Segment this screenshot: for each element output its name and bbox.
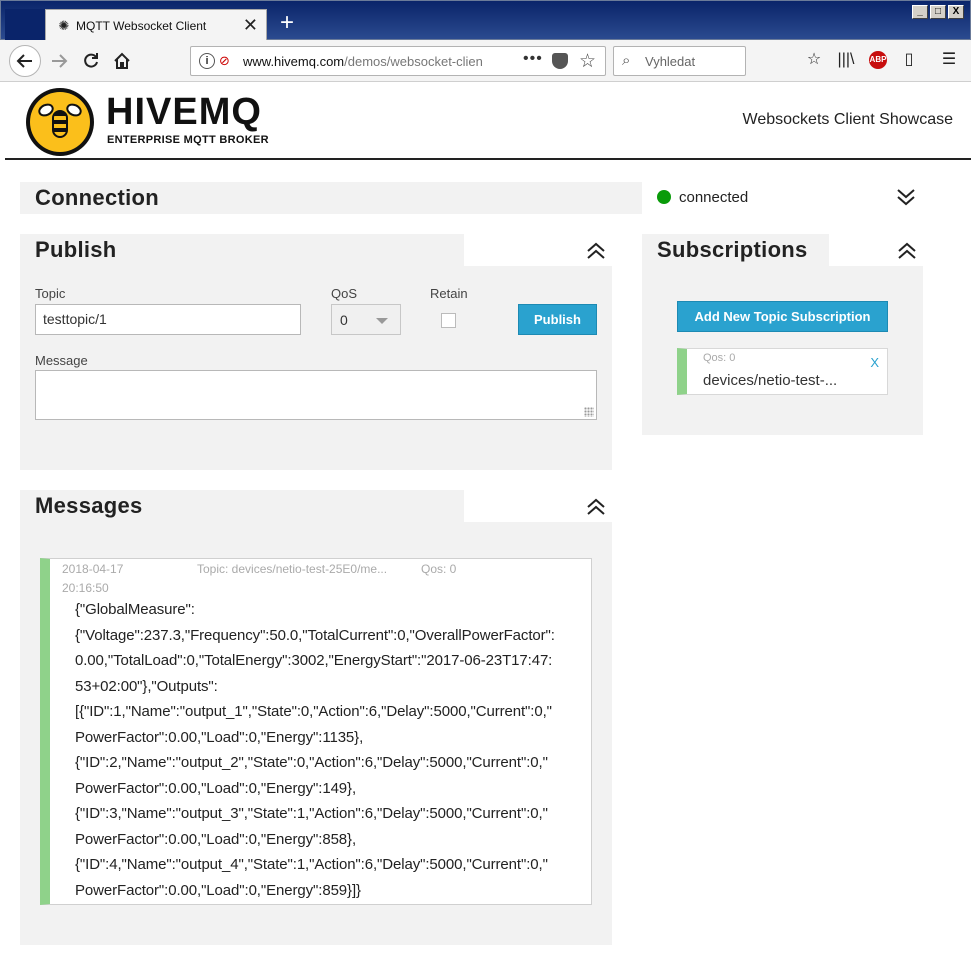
tab-strip-spacer: [5, 9, 45, 41]
message-payload-line: {"ID":4,"Name":"output_4","State":1,"Act…: [75, 856, 548, 873]
subscriptions-title: Subscriptions: [657, 237, 808, 262]
retain-checkbox[interactable]: [441, 313, 456, 328]
close-window-button[interactable]: X: [948, 5, 964, 19]
insecure-lock-icon[interactable]: ⊘: [219, 52, 237, 70]
logo-subtitle: ENTERPRISE MQTT BROKER: [107, 134, 269, 146]
message-payload-line: PowerFactor":0.00,"Load":0,"Energy":149}…: [75, 780, 357, 797]
search-input[interactable]: Vyhledat: [645, 54, 695, 69]
message-time: 20:16:50: [62, 581, 109, 595]
maximize-button[interactable]: □: [930, 5, 946, 19]
message-payload-line: 0.00,"TotalLoad":0,"TotalEnergy":3002,"E…: [75, 652, 553, 669]
logo-bee-icon: [30, 92, 90, 152]
message-payload-line: 53+02:00"},"Outputs":: [75, 678, 218, 695]
forward-button[interactable]: [44, 46, 74, 76]
unsubscribe-close-icon[interactable]: X: [870, 355, 879, 370]
message-qos: Qos: 0: [421, 562, 457, 576]
message-payload-line: PowerFactor":0.00,"Load":0,"Energy":858}…: [75, 831, 357, 848]
hivemq-logo[interactable]: [26, 88, 94, 156]
topic-input[interactable]: testtopic/1: [35, 304, 301, 335]
reload-icon: [84, 53, 98, 68]
message-textarea[interactable]: [35, 370, 597, 420]
arrow-right-icon: [52, 54, 68, 68]
reload-button[interactable]: [76, 46, 106, 76]
url-text[interactable]: www.hivemq.com/demos/websocket-clien: [243, 54, 483, 69]
new-tab-button[interactable]: +: [275, 11, 299, 35]
save-to-reading-list-icon[interactable]: ☆: [802, 48, 826, 72]
messages-panel: Messages 2018-04-17 20:16:50 Topic: devi…: [20, 490, 612, 945]
connection-status: connected: [679, 189, 749, 206]
chevron-up-double-icon: [587, 242, 605, 259]
url-bar[interactable]: i ⊘ www.hivemq.com/demos/websocket-clien…: [190, 46, 606, 76]
pocket-icon[interactable]: [552, 53, 568, 69]
tab-close-icon[interactable]: ✕: [243, 15, 258, 35]
header-title: Websockets Client Showcase: [742, 111, 953, 128]
publish-button[interactable]: Publish: [518, 304, 597, 335]
collapse-subscriptions-button[interactable]: [896, 240, 918, 262]
search-icon: ⌕: [622, 52, 631, 69]
message-item[interactable]: 2018-04-17 20:16:50 Topic: devices/netio…: [40, 558, 592, 905]
adblock-plus-icon[interactable]: ABP: [869, 51, 887, 69]
retain-label: Retain: [430, 286, 468, 301]
url-path: /demos/websocket-clien: [344, 54, 483, 69]
page-actions-icon[interactable]: •••: [523, 50, 543, 68]
minimize-button[interactable]: _: [912, 5, 928, 19]
expand-connection-button[interactable]: [895, 186, 917, 208]
subscription-qos: Qos: 0: [703, 352, 736, 364]
home-icon: [114, 52, 130, 69]
qos-select[interactable]: 0: [331, 304, 401, 335]
qos-label: QoS: [331, 286, 358, 301]
page-content: HIVEMQ ENTERPRISE MQTT BROKER Websockets…: [5, 82, 971, 954]
message-payload-line: {"ID":2,"Name":"output_2","State":0,"Act…: [75, 754, 548, 771]
tab-title: MQTT Websocket Client: [76, 19, 207, 33]
add-topic-subscription-button[interactable]: Add New Topic Subscription: [677, 301, 888, 332]
home-button[interactable]: [107, 46, 137, 76]
message-payload-line: {"Voltage":237.3,"Frequency":50.0,"Total…: [75, 627, 555, 644]
window-controls: _ □ X: [912, 5, 964, 19]
navigation-toolbar: i ⊘ www.hivemq.com/demos/websocket-clien…: [0, 40, 971, 82]
connection-panel[interactable]: Connection: [20, 182, 642, 214]
back-button[interactable]: [9, 45, 41, 77]
page-header: HIVEMQ ENTERPRISE MQTT BROKER Websockets…: [5, 82, 971, 160]
bookmark-star-icon[interactable]: ☆: [579, 50, 596, 73]
collapse-messages-button[interactable]: [585, 496, 607, 518]
message-payload-line: {"GlobalMeasure":: [75, 601, 195, 618]
message-date: 2018-04-17: [62, 562, 124, 576]
subscriptions-panel: Subscriptions Add New Topic Subscription…: [642, 234, 923, 435]
qos-selected-value: 0: [340, 312, 348, 328]
bee-favicon-icon: ✺: [58, 18, 70, 33]
sidebar-icon[interactable]: ▯: [897, 48, 921, 72]
chevron-up-double-icon: [898, 242, 916, 259]
messages-title: Messages: [35, 493, 143, 518]
message-payload-line: {"ID":3,"Name":"output_3","State":1,"Act…: [75, 805, 548, 822]
connection-title: Connection: [35, 185, 159, 210]
collapse-publish-button[interactable]: [585, 240, 607, 262]
connection-status-dot: [657, 190, 671, 204]
message-label: Message: [35, 353, 88, 368]
chevron-down-double-icon: [897, 189, 915, 206]
topic-label: Topic: [35, 286, 66, 301]
message-payload-line: PowerFactor":0.00,"Load":0,"Energy":859}…: [75, 882, 361, 899]
message-payload-line: [{"ID":1,"Name":"output_1","State":0,"Ac…: [75, 703, 552, 720]
tab-mqtt-websocket-client[interactable]: ✺ MQTT Websocket Client ✕: [45, 9, 267, 42]
menu-icon[interactable]: ☰: [937, 48, 961, 72]
search-bar[interactable]: ⌕ Vyhledat: [613, 46, 746, 76]
url-host: www.hivemq.com: [243, 54, 345, 69]
logo-text: HIVEMQ: [106, 91, 262, 133]
chevron-up-double-icon: [587, 498, 605, 515]
arrow-left-icon: [16, 54, 32, 68]
caret-down-icon: [376, 318, 388, 324]
library-icon[interactable]: |||\: [834, 48, 858, 72]
bee-body: [52, 110, 68, 138]
subscription-topic: devices/netio-test-...: [703, 372, 838, 389]
browser-titlebar: ✺ MQTT Websocket Client ✕ + _ □ X: [0, 0, 971, 42]
subscription-item[interactable]: Qos: 0 devices/netio-test-... X: [677, 348, 888, 395]
info-icon[interactable]: i: [199, 53, 215, 69]
message-topic: Topic: devices/netio-test-25E0/me...: [197, 562, 388, 576]
message-payload-line: PowerFactor":0.00,"Load":0,"Energy":1135…: [75, 729, 364, 746]
resize-grip-icon[interactable]: [584, 407, 594, 417]
publish-panel: Publish Topic testtopic/1 QoS 0 Retain P…: [20, 234, 612, 470]
publish-title: Publish: [35, 237, 117, 262]
